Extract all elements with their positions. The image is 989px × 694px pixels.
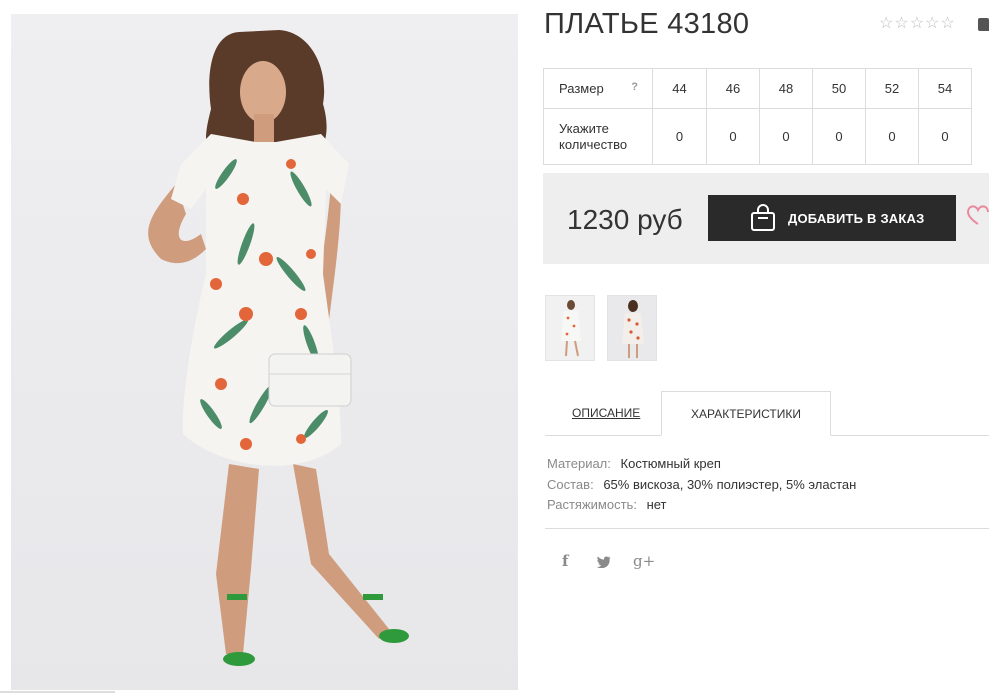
heart-icon[interactable] xyxy=(966,204,989,230)
size-table: Размер ? 44 46 48 50 52 54 Укажите колич… xyxy=(543,68,972,165)
scrollbar-track xyxy=(0,691,115,693)
size-cell: 52 xyxy=(865,68,919,109)
tab-description[interactable]: ОПИСАНИЕ xyxy=(572,406,640,420)
spec-value: нет xyxy=(646,497,667,512)
quantity-input[interactable]: 0 xyxy=(652,108,707,165)
quantity-input[interactable]: 0 xyxy=(865,108,919,165)
quantity-row: Укажите количество 0 0 0 0 0 0 xyxy=(543,108,972,165)
rating-stars[interactable]: ☆ ☆ ☆ ☆ ☆ xyxy=(879,15,955,33)
add-to-order-button[interactable]: ДОБАВИТЬ В ЗАКАЗ xyxy=(708,195,956,241)
product-title: ПЛАТЬЕ 43180 xyxy=(544,8,750,40)
spec-row: Растяжимость: нет xyxy=(547,495,856,516)
google-plus-icon[interactable]: g+ xyxy=(633,552,655,570)
quantity-input[interactable]: 0 xyxy=(812,108,866,165)
spec-row: Материал: Костюмный креп xyxy=(547,454,856,475)
star-icon[interactable]: ☆ xyxy=(925,15,939,33)
quantity-label-cell: Укажите количество xyxy=(543,108,653,165)
thumbnail-1[interactable] xyxy=(545,295,595,361)
size-cell: 54 xyxy=(918,68,972,109)
star-icon[interactable]: ☆ xyxy=(910,15,924,33)
size-cell: 44 xyxy=(652,68,707,109)
star-icon[interactable]: ☆ xyxy=(894,15,908,33)
shopping-bag-icon xyxy=(751,204,775,231)
tab-specifications[interactable]: ХАРАКТЕРИСТИКИ xyxy=(661,391,831,436)
size-label-cell: Размер ? xyxy=(543,68,653,109)
quantity-label-line2: количество xyxy=(559,136,628,152)
spec-value: Костюмный креп xyxy=(620,456,721,471)
thumbnail-2[interactable] xyxy=(607,295,657,361)
thumbnail-image xyxy=(608,296,656,360)
model-dress-illustration xyxy=(11,14,518,690)
twitter-icon[interactable] xyxy=(596,556,611,568)
section-divider xyxy=(545,528,989,529)
quantity-input[interactable]: 0 xyxy=(759,108,813,165)
size-cell: 48 xyxy=(759,68,813,109)
size-row: Размер ? 44 46 48 50 52 54 xyxy=(543,68,972,109)
add-to-order-label: ДОБАВИТЬ В ЗАКАЗ xyxy=(788,210,925,226)
product-main-photo[interactable] xyxy=(11,14,518,690)
star-icon[interactable]: ☆ xyxy=(940,15,954,33)
spec-row: Состав: 65% вискоза, 30% полиэстер, 5% э… xyxy=(547,475,856,496)
thumbnail-image xyxy=(546,296,594,360)
spec-key: Материал: xyxy=(547,456,611,471)
spec-key: Растяжимость: xyxy=(547,497,637,512)
quantity-input[interactable]: 0 xyxy=(918,108,972,165)
facebook-icon[interactable]: f xyxy=(562,552,568,570)
buy-panel: 1230 руб ДОБАВИТЬ В ЗАКАЗ xyxy=(543,173,989,264)
specifications-list: Материал: Костюмный креп Состав: 65% вис… xyxy=(547,454,856,516)
quantity-input[interactable]: 0 xyxy=(706,108,760,165)
size-label: Размер xyxy=(559,81,604,96)
quantity-label-line1: Укажите xyxy=(559,120,609,136)
spec-value: 65% вискоза, 30% полиэстер, 5% эластан xyxy=(603,476,857,492)
spec-key: Состав: xyxy=(547,476,594,492)
size-cell: 46 xyxy=(706,68,760,109)
product-price: 1230 руб xyxy=(567,204,683,235)
star-icon[interactable]: ☆ xyxy=(879,15,893,33)
size-help-icon[interactable]: ? xyxy=(631,81,638,93)
comment-icon[interactable] xyxy=(978,18,989,31)
size-cell: 50 xyxy=(812,68,866,109)
